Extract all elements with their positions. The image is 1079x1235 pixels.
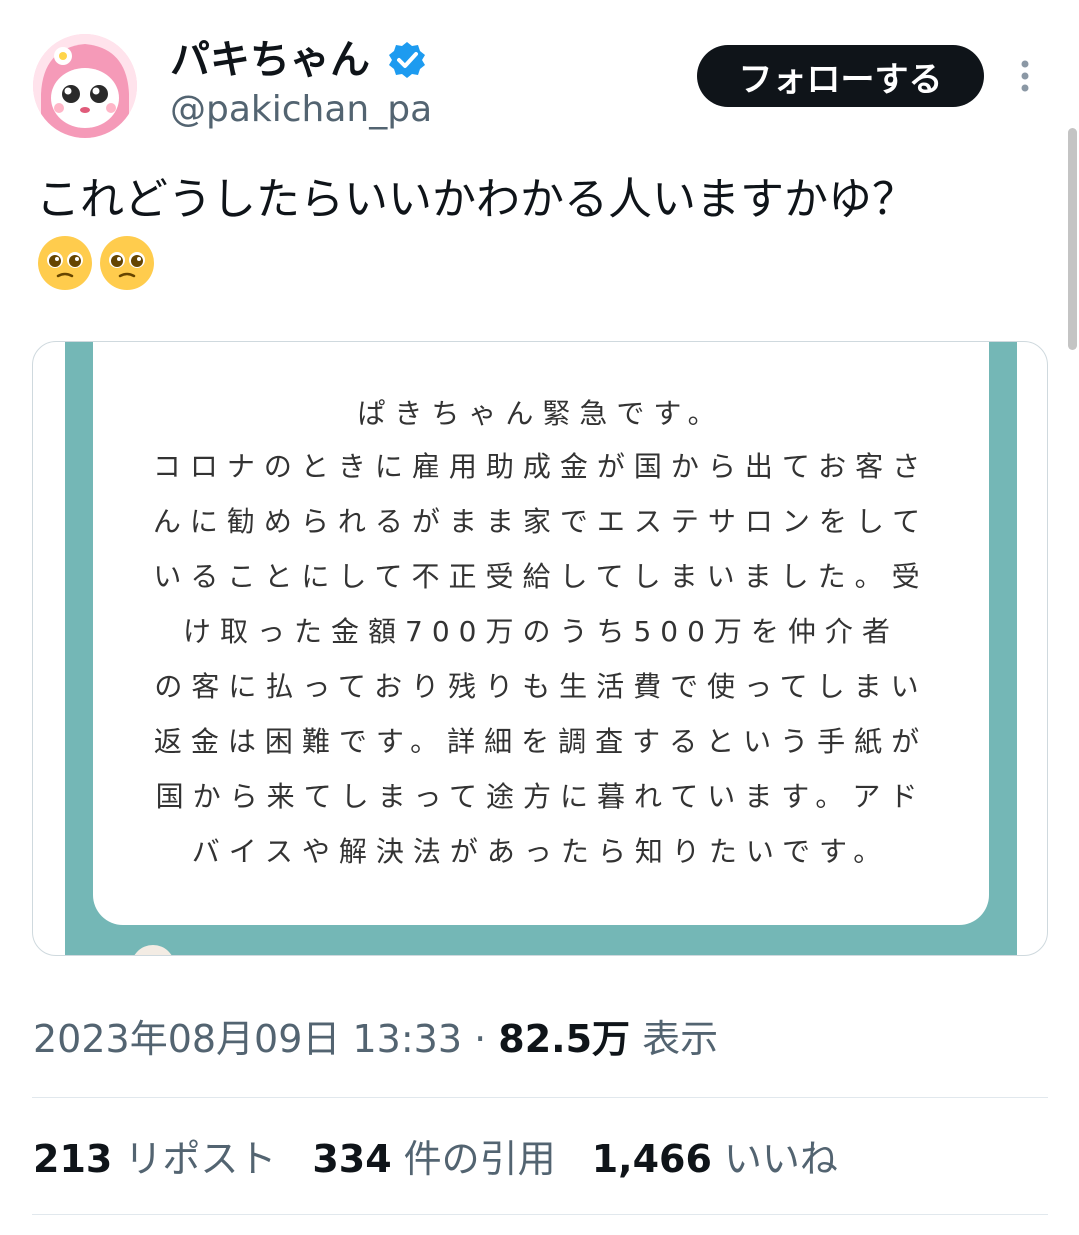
reposts-count: 213 (33, 1137, 113, 1181)
note-line: 返金は困難です。詳細を調査するという手紙が (153, 725, 929, 758)
note-line: の客に払っており残りも生活費で使ってしまい (154, 670, 928, 703)
quotes-count: 334 (312, 1137, 392, 1181)
note-line: コロナのときに雇用助成金が国から出てお客さ (152, 450, 930, 483)
quotes-label: 件の引用 (403, 1137, 556, 1181)
reposts-label: リポスト (124, 1137, 277, 1181)
display-name[interactable]: パキちゃん (170, 36, 370, 84)
meta-separator: · (474, 1017, 487, 1061)
tweet-text: これどうしたらいいかわかる人いますかゆ？ (36, 174, 916, 225)
engagement-stats: 213 リポスト 334 件の引用 1,466 いいね (33, 1134, 838, 1184)
tweet-meta: 2023年08月09日 13:33 · 82.5万 表示 (33, 1014, 718, 1064)
avatar-character-icon (33, 34, 137, 138)
divider (32, 1214, 1048, 1215)
avatar[interactable] (33, 34, 137, 138)
verified-badge-icon (389, 42, 425, 78)
media-card[interactable]: ぱきちゃん緊急です。 コロナのときに雇用助成金が国から出てお客さ んに勧められる… (32, 341, 1048, 956)
tweet-header: パキちゃん @pakichan_pa フォローする (0, 0, 1079, 150)
question-note: ぱきちゃん緊急です。 コロナのときに雇用助成金が国から出てお客さ んに勧められる… (93, 342, 989, 925)
attached-image[interactable]: ぱきちゃん緊急です。 コロナのときに雇用助成金が国から出てお客さ んに勧められる… (65, 342, 1017, 955)
image-avatar-peek (131, 945, 175, 955)
timestamp[interactable]: 2023年08月09日 13:33 (33, 1017, 462, 1061)
note-line: け取った金額700万のうち500万を仲介者 (183, 615, 899, 648)
divider (32, 1097, 1048, 1098)
views-count: 82.5万 (498, 1017, 631, 1061)
note-line: バイスや解決法があったら知りたいです。 (191, 835, 891, 868)
likes-stat[interactable]: 1,466 いいね (592, 1134, 838, 1184)
note-line: んに勧められるがまま家でエステサロンをして (152, 505, 930, 538)
likes-label: いいね (723, 1137, 838, 1181)
note-line: いることにして不正受給してしまいました。受 (153, 560, 929, 593)
views-label: 表示 (642, 1017, 719, 1061)
reposts-stat[interactable]: 213 リポスト (33, 1134, 276, 1184)
pleading-face-emoji (38, 236, 92, 290)
likes-count: 1,466 (591, 1137, 712, 1181)
quotes-stat[interactable]: 334 件の引用 (312, 1134, 555, 1184)
note-line: ぱきちゃん緊急です。 (357, 397, 725, 430)
follow-button[interactable]: フォローする (697, 45, 984, 107)
scrollbar[interactable] (1068, 128, 1077, 350)
pleading-face-emoji (100, 236, 154, 290)
user-handle[interactable]: @pakichan_pa (170, 88, 432, 132)
tweet-emojis (36, 234, 156, 294)
note-line: 国から来てしまって途方に暮れています。アド (155, 780, 927, 813)
more-vertical-icon[interactable] (1005, 56, 1045, 96)
